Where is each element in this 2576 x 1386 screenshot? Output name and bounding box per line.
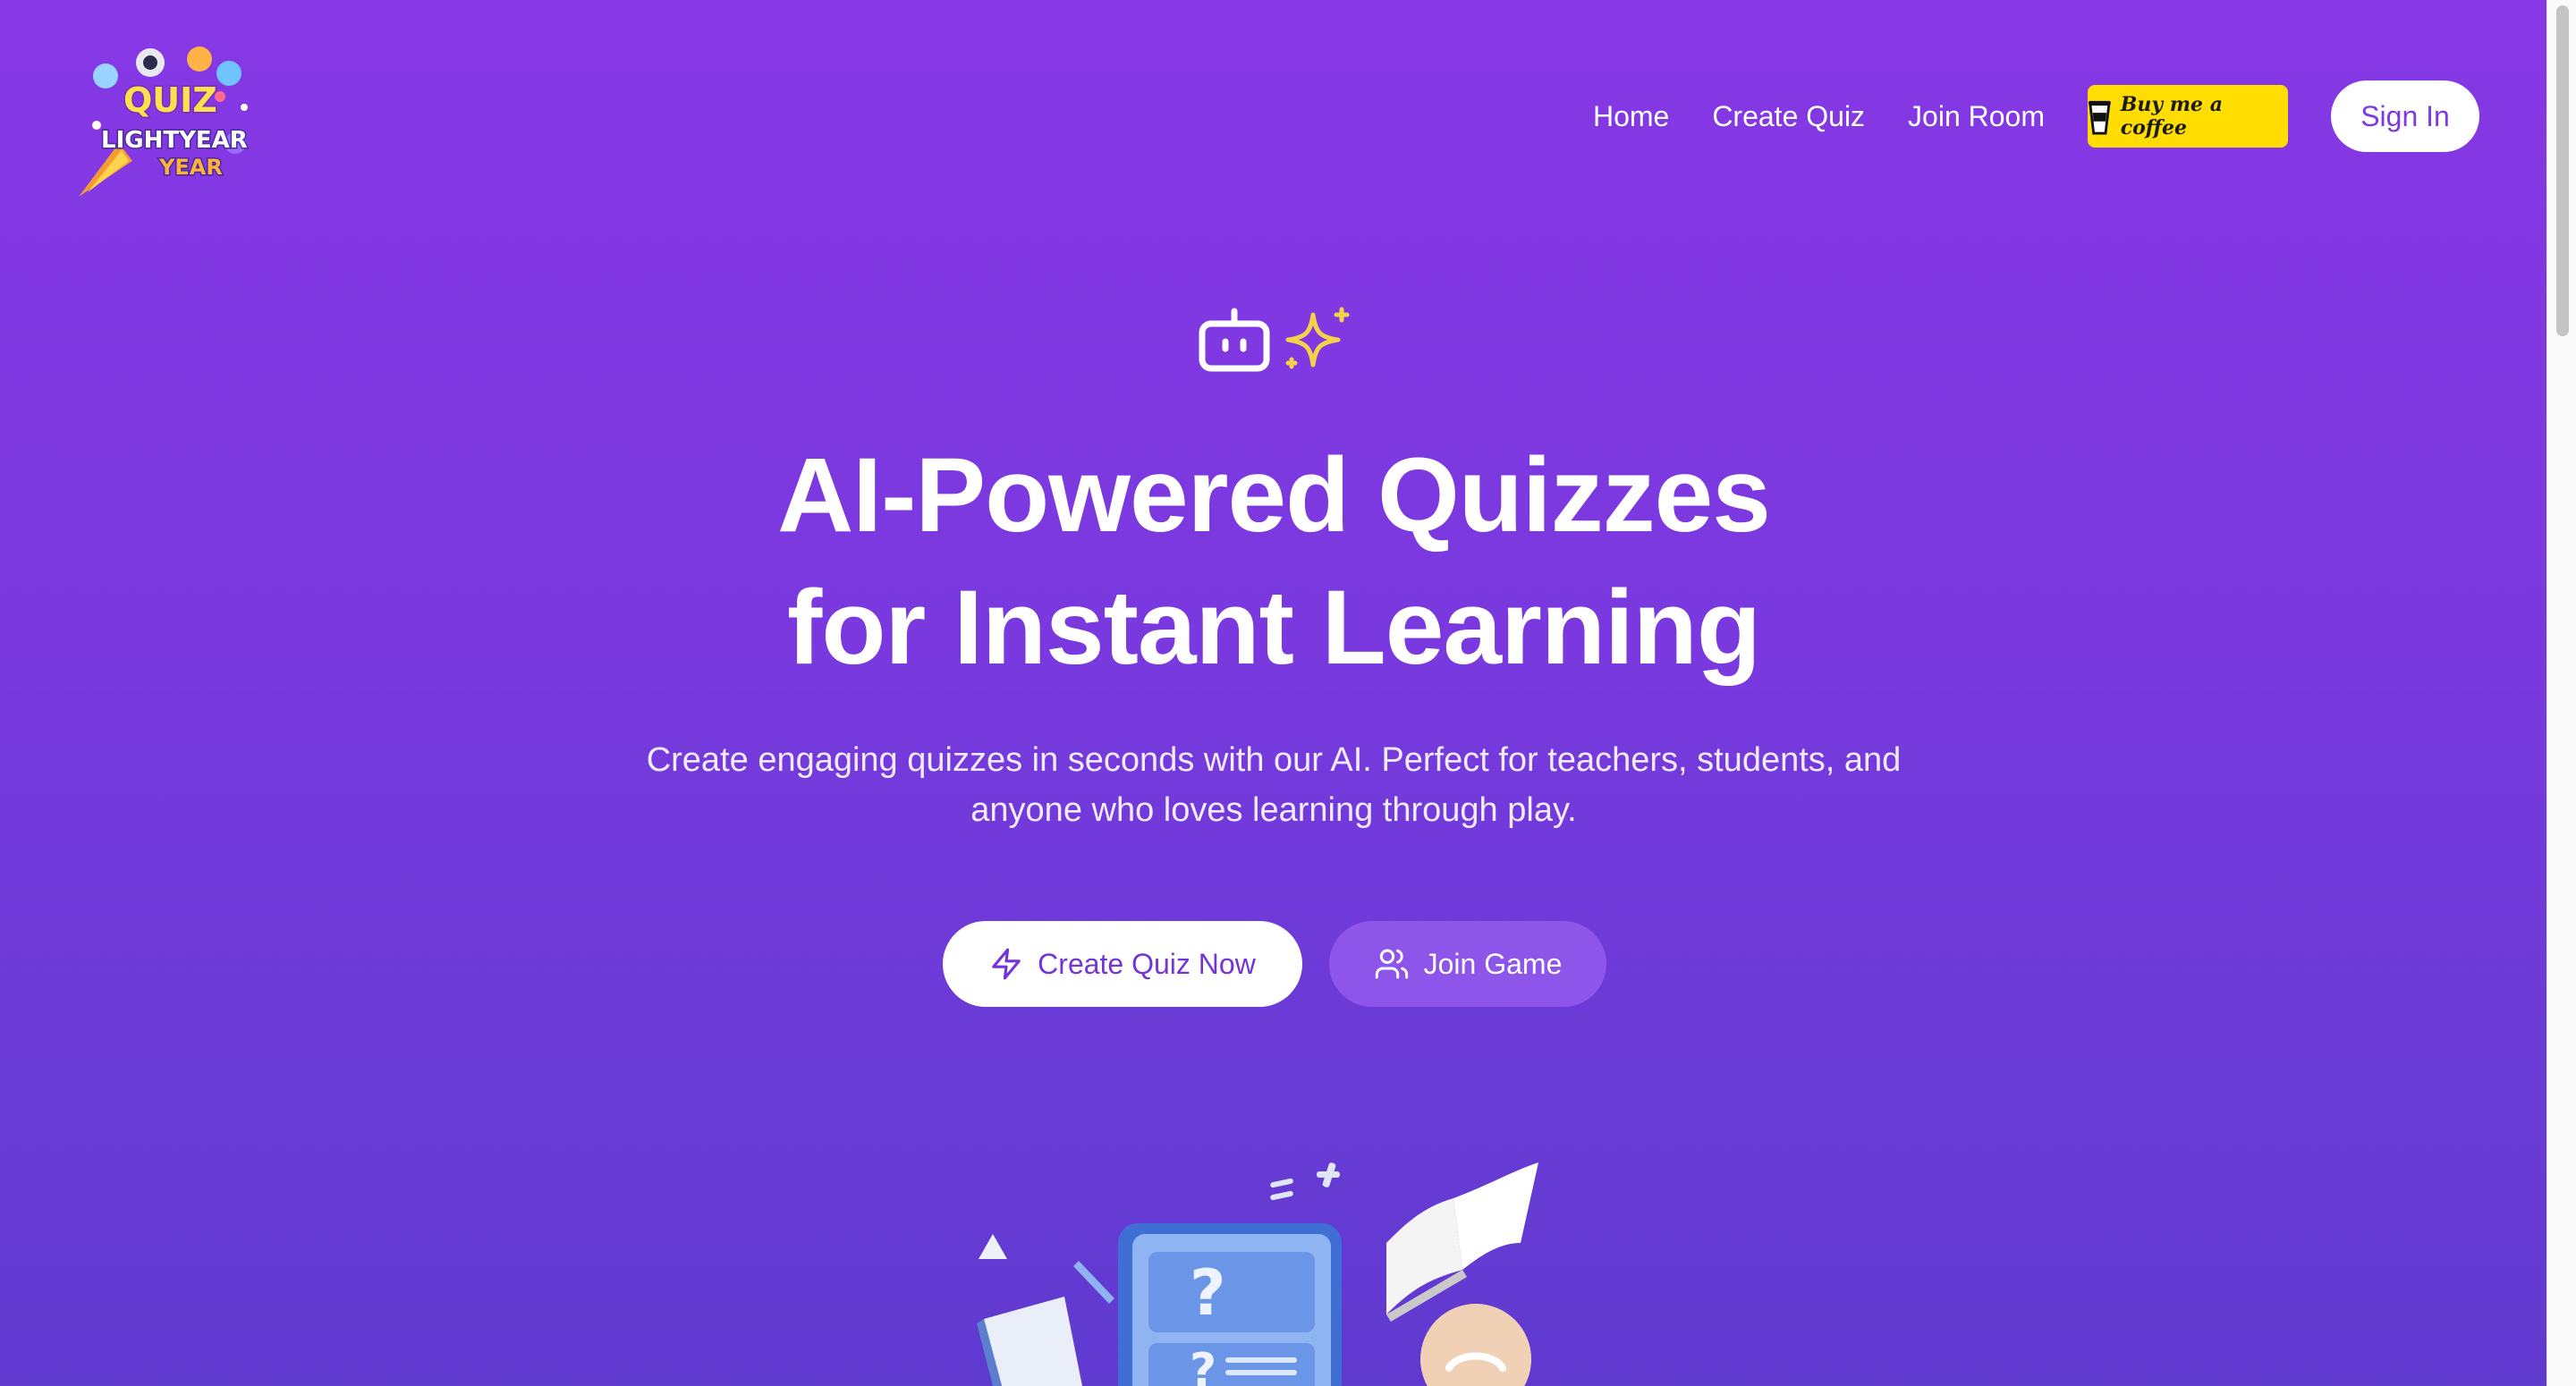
logo-text-year: YEAR (158, 155, 223, 180)
sign-in-button[interactable]: Sign In (2331, 80, 2479, 152)
hero-subtitle: Create engaging quizzes in seconds with … (0, 735, 2547, 835)
hero-subtitle-line-1: Create engaging quizzes in seconds with … (646, 741, 1902, 779)
nav-create-quiz-link[interactable]: Create Quiz (1712, 100, 1865, 133)
hero-illustration: ? ? (966, 1145, 1574, 1386)
hero-title: AI-Powered Quizzes for Instant Learning (0, 429, 2547, 694)
hero-icons (1197, 304, 1358, 376)
coffee-cup-icon (2088, 100, 2111, 135)
page-scrollbar[interactable] (2546, 0, 2576, 1386)
scrollbar-thumb[interactable] (2556, 5, 2569, 336)
join-game-button[interactable]: Join Game (1329, 921, 1606, 1007)
users-icon (1375, 949, 1408, 979)
svg-text:?: ? (1190, 1344, 1216, 1386)
sparkles-icon (1285, 307, 1350, 369)
logo-text-lightyear: LIGHTYEAR (101, 127, 248, 154)
logo-graphic: QUIZ LIGHTYEAR YEAR (79, 46, 249, 197)
buy-me-a-coffee-button[interactable]: Buy me a coffee (2088, 85, 2288, 148)
main-nav: Home Create Quiz Join Room Buy me a coff… (1593, 79, 2479, 154)
hero-title-line-1: AI-Powered Quizzes (777, 436, 1771, 554)
site-logo[interactable]: QUIZ LIGHTYEAR YEAR (70, 36, 258, 206)
hero-subtitle-line-2: anyone who loves learning through play. (970, 791, 1577, 829)
nav-join-room-link[interactable]: Join Room (1908, 100, 2045, 133)
svg-text:?: ? (1190, 1256, 1226, 1330)
bot-icon (1199, 308, 1270, 372)
hero-title-line-2: for Instant Learning (787, 569, 1761, 687)
nav-home-link[interactable]: Home (1593, 100, 1669, 133)
logo-text-quiz: QUIZ (123, 80, 217, 120)
zap-icon (992, 948, 1021, 980)
create-quiz-now-button[interactable]: Create Quiz Now (943, 921, 1302, 1007)
coffee-label: Buy me a coffee (2120, 93, 2223, 139)
create-quiz-now-label: Create Quiz Now (1038, 947, 1256, 980)
landing-page: QUIZ LIGHTYEAR YEAR Home Create Quiz Joi… (0, 0, 2547, 1386)
join-game-label: Join Game (1423, 947, 1563, 980)
